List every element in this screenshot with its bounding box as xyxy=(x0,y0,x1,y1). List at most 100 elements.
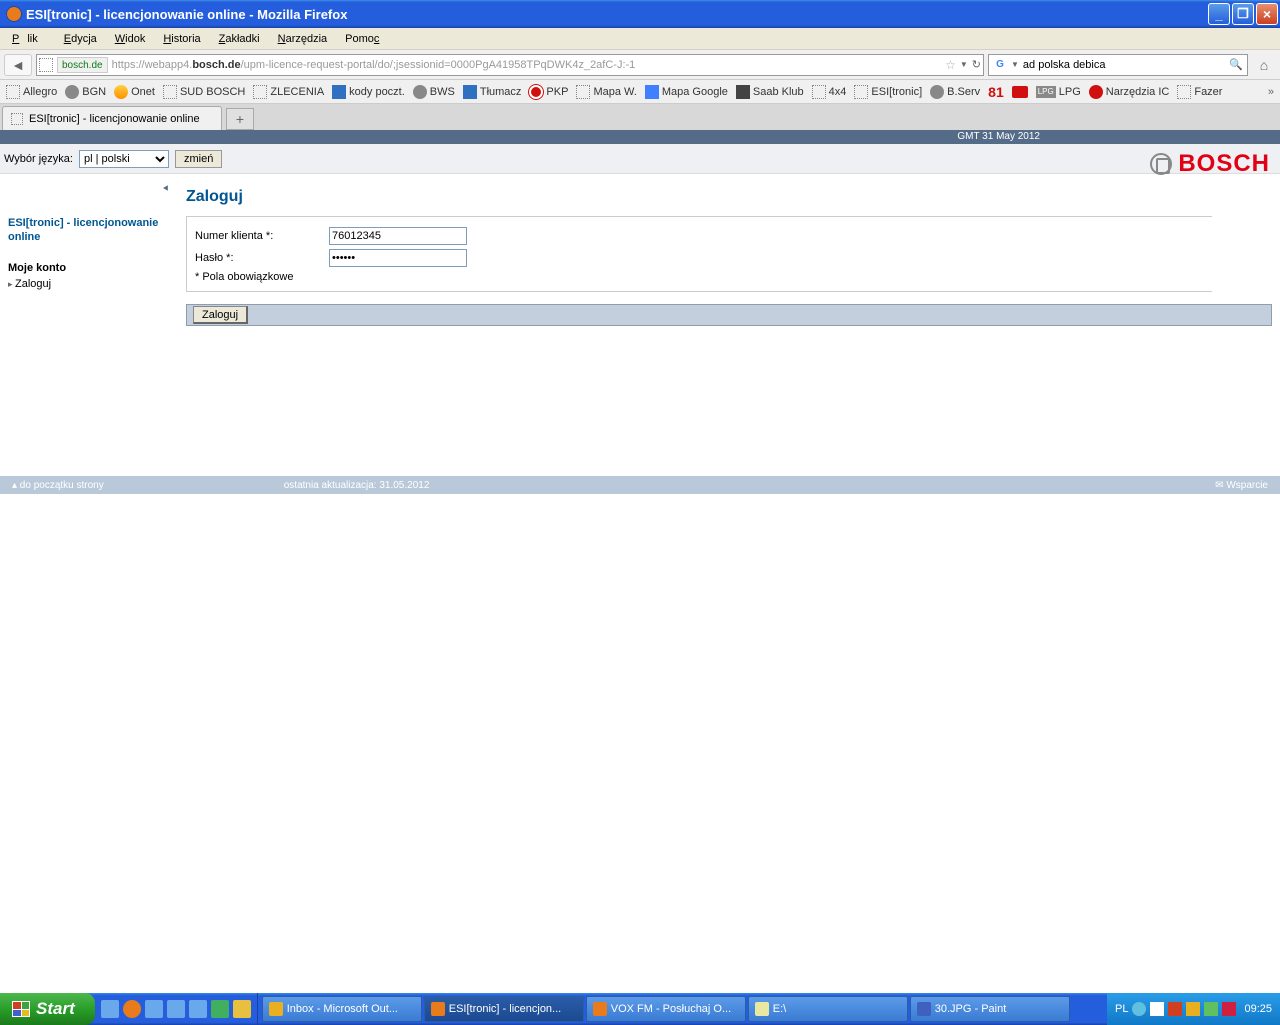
sidebar: ⯇ ESI[tronic] - licencjonowanie online M… xyxy=(0,174,178,326)
bookmark-bserv[interactable]: B.Serv xyxy=(930,85,980,99)
button-row: Zaloguj xyxy=(186,304,1272,326)
search-icon[interactable]: 🔍 xyxy=(1229,58,1243,71)
tab-title: ESI[tronic] - licencjonowanie online xyxy=(29,113,200,125)
back-button[interactable]: ◄ xyxy=(4,54,32,76)
bookmark-tlumacz[interactable]: Tłumacz xyxy=(463,85,522,99)
footer-support-link[interactable]: ✉ Wsparcie xyxy=(1215,480,1268,491)
password-input[interactable] xyxy=(329,249,467,267)
language-select[interactable]: pl | polski xyxy=(79,150,169,168)
tray-icon[interactable] xyxy=(1132,1002,1146,1016)
bookmark-star-icon[interactable]: ☆ xyxy=(945,58,956,72)
tab-active[interactable]: ESI[tronic] - licencjonowanie online xyxy=(2,106,222,130)
tray-lang[interactable]: PL xyxy=(1115,1003,1128,1015)
menu-bookmarks[interactable]: Zakładki xyxy=(211,31,268,47)
bookmark-bgn[interactable]: BGN xyxy=(65,85,106,99)
ql-icon[interactable] xyxy=(101,1000,119,1018)
bookmark-sudbosch[interactable]: SUD BOSCH xyxy=(163,85,245,99)
bookmarks-overflow-icon[interactable]: » xyxy=(1268,86,1274,98)
url-toolbar: ◄ bosch.de https://webapp4.bosch.de/upm-… xyxy=(0,50,1280,80)
tray-icon[interactable] xyxy=(1222,1002,1236,1016)
menu-history[interactable]: Historia xyxy=(155,31,208,47)
menu-bar: Plik Edycja Widok Historia Zakładki Narz… xyxy=(0,28,1280,50)
search-input[interactable] xyxy=(1023,59,1225,71)
task-item[interactable]: E:\ xyxy=(748,996,908,1022)
menu-file[interactable]: Plik xyxy=(4,31,54,47)
password-label: Hasło *: xyxy=(195,252,329,264)
bookmark-mapaw[interactable]: Mapa W. xyxy=(576,85,636,99)
bosch-logo-text: BOSCH xyxy=(1178,150,1270,178)
bookmark-onet[interactable]: Onet xyxy=(114,85,155,99)
language-change-button[interactable]: zmień xyxy=(175,150,222,168)
sidebar-item-login[interactable]: Zaloguj xyxy=(8,278,170,290)
maximize-button[interactable]: ❐ xyxy=(1232,3,1254,25)
bookmark-zlecenia[interactable]: ZLECENIA xyxy=(253,85,324,99)
sidebar-section-account: Moje konto xyxy=(8,262,170,274)
language-row: Wybór języka: pl | polski zmień BOSCH xyxy=(0,144,1280,174)
windows-icon xyxy=(12,1001,30,1017)
ql-icon[interactable] xyxy=(211,1000,229,1018)
tab-favicon xyxy=(11,113,23,125)
bookmark-esitronic[interactable]: ESI[tronic] xyxy=(854,85,922,99)
bookmark-mapagoogle[interactable]: Mapa Google xyxy=(645,85,728,99)
home-button[interactable]: ⌂ xyxy=(1252,54,1276,76)
search-dropdown-icon[interactable]: ▼ xyxy=(1011,60,1019,69)
tray-icon[interactable] xyxy=(1204,1002,1218,1016)
url-dropdown-icon[interactable]: ▼ xyxy=(960,60,968,69)
ql-icon[interactable] xyxy=(189,1000,207,1018)
tray-icon[interactable] xyxy=(1150,1002,1164,1016)
url-text[interactable]: https://webapp4.bosch.de/upm-licence-req… xyxy=(112,59,942,71)
ql-icon[interactable] xyxy=(233,1000,251,1018)
gmt-strip: GMT 31 May 2012 xyxy=(0,130,1280,144)
footer-top-link[interactable]: ▴ do początku strony xyxy=(12,480,104,491)
firefox-icon xyxy=(6,6,22,22)
minimize-button[interactable]: _ xyxy=(1208,3,1230,25)
search-box[interactable]: G ▼ 🔍 xyxy=(988,54,1248,76)
bookmark-fazer[interactable]: Fazer xyxy=(1177,85,1222,99)
bookmark-yt[interactable] xyxy=(1012,86,1028,98)
close-button[interactable]: × xyxy=(1256,3,1278,25)
bookmark-allegro[interactable]: Allegro xyxy=(6,85,57,99)
bookmark-4x4[interactable]: 4x4 xyxy=(812,85,847,99)
bosch-logo-icon xyxy=(1150,153,1172,175)
bookmark-kody[interactable]: kody poczt. xyxy=(332,85,405,99)
page-heading: Zaloguj xyxy=(186,188,1272,206)
bosch-logo: BOSCH xyxy=(1150,150,1270,178)
url-box[interactable]: bosch.de https://webapp4.bosch.de/upm-li… xyxy=(36,54,984,76)
quick-launch xyxy=(95,993,258,1025)
footer-update: ostatnia aktualizacja: 31.05.2012 xyxy=(284,480,430,491)
new-tab-button[interactable]: + xyxy=(226,108,254,130)
tab-bar: ESI[tronic] - licencjonowanie online + xyxy=(0,104,1280,130)
bookmark-saab[interactable]: Saab Klub xyxy=(736,85,804,99)
bookmark-bws[interactable]: BWS xyxy=(413,85,455,99)
start-button[interactable]: Start xyxy=(0,993,95,1025)
bookmark-pkp[interactable]: PKP xyxy=(529,85,568,99)
menu-help[interactable]: Pomoc xyxy=(337,31,387,47)
task-items: Inbox - Microsoft Out... ESI[tronic] - l… xyxy=(258,993,1107,1025)
bookmark-narzedzia[interactable]: Narzędzia IC xyxy=(1089,85,1170,99)
ql-icon[interactable] xyxy=(145,1000,163,1018)
menu-tools[interactable]: Narzędzia xyxy=(270,31,336,47)
bookmark-lpg[interactable]: LPGLPG xyxy=(1036,86,1081,98)
tray-clock[interactable]: 09:25 xyxy=(1244,1003,1272,1015)
window-title-bar: ESI[tronic] - licencjonowanie online - M… xyxy=(0,0,1280,28)
tray-icon[interactable] xyxy=(1168,1002,1182,1016)
menu-edit[interactable]: Edycja xyxy=(56,31,105,47)
task-item[interactable]: ESI[tronic] - licencjon... xyxy=(424,996,584,1022)
bookmark-81[interactable]: 81 xyxy=(988,84,1004,100)
sidebar-collapse-icon[interactable]: ⯇ xyxy=(8,184,170,196)
ql-icon[interactable] xyxy=(167,1000,185,1018)
system-tray: PL 09:25 xyxy=(1107,993,1280,1025)
tray-icon[interactable] xyxy=(1186,1002,1200,1016)
task-item[interactable]: VOX FM - Posłuchaj O... xyxy=(586,996,746,1022)
task-item[interactable]: Inbox - Microsoft Out... xyxy=(262,996,422,1022)
login-form: Numer klienta *: Hasło *: * Pola obowiąz… xyxy=(186,216,1212,292)
task-item[interactable]: 30.JPG - Paint xyxy=(910,996,1070,1022)
customer-number-input[interactable] xyxy=(329,227,467,245)
login-button[interactable]: Zaloguj xyxy=(193,306,248,324)
ql-firefox-icon[interactable] xyxy=(123,1000,141,1018)
sidebar-product-title[interactable]: ESI[tronic] - licencjonowanie online xyxy=(8,216,170,244)
site-identity[interactable]: bosch.de xyxy=(57,57,108,73)
reload-icon[interactable]: ↻ xyxy=(972,58,981,71)
menu-view[interactable]: Widok xyxy=(107,31,154,47)
language-label: Wybór języka: xyxy=(4,153,73,165)
